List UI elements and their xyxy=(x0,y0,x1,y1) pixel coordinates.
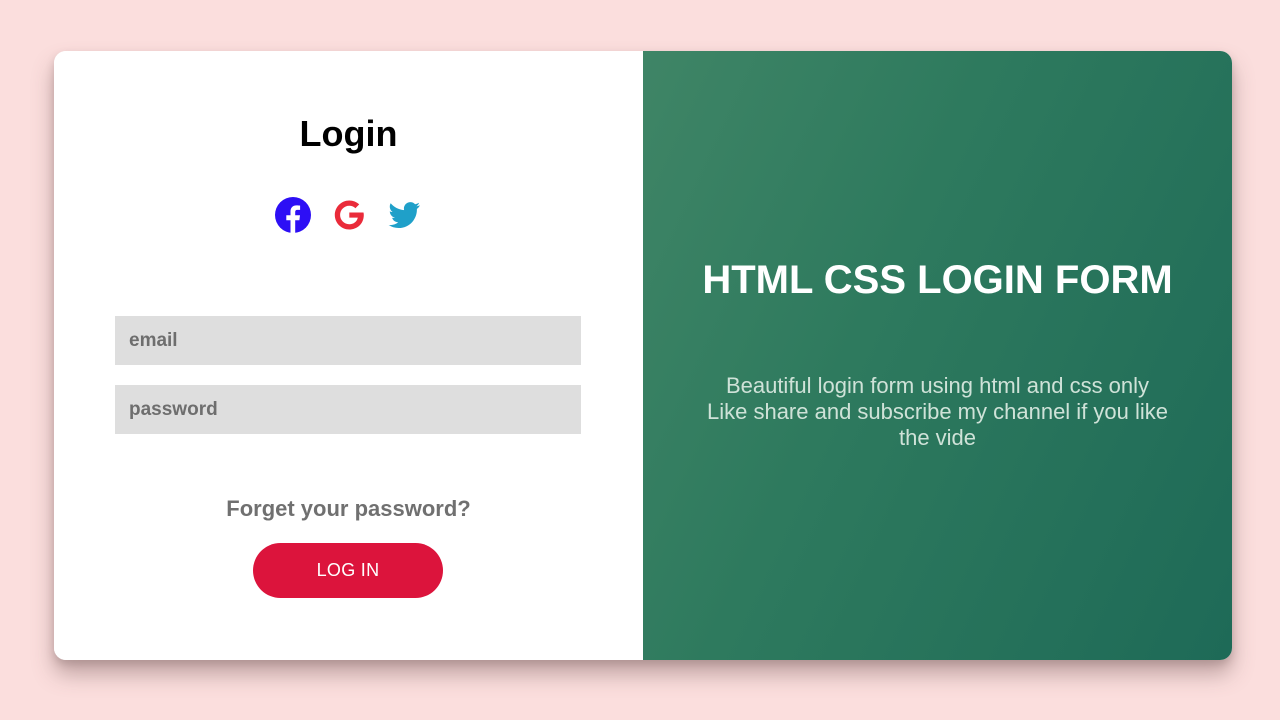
google-icon[interactable] xyxy=(330,196,368,234)
promo-description: Beautiful login form using html and css … xyxy=(706,373,1169,450)
social-login-row xyxy=(274,196,424,236)
login-panel: Login Forget your password? xyxy=(54,51,643,660)
password-input[interactable] xyxy=(115,385,581,434)
promo-title: HTML CSS LOGIN FORM xyxy=(702,258,1173,302)
facebook-icon[interactable] xyxy=(274,196,312,234)
twitter-icon[interactable] xyxy=(385,196,423,234)
login-card: Login Forget your password? xyxy=(54,51,1232,660)
email-input[interactable] xyxy=(115,316,581,365)
forgot-password-link[interactable]: Forget your password? xyxy=(54,495,643,523)
promo-panel: HTML CSS LOGIN FORM Beautiful login form… xyxy=(643,51,1232,660)
login-button[interactable]: LOG IN xyxy=(253,543,443,598)
login-title: Login xyxy=(299,113,398,154)
